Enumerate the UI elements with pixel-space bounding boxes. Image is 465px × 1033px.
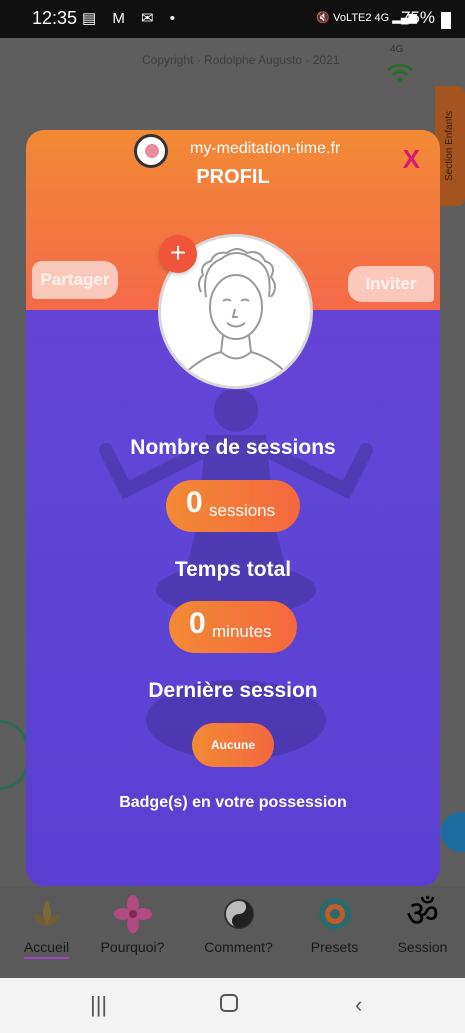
total-time-value: 0 — [189, 607, 206, 640]
nav-label: Accueil — [23, 939, 70, 955]
om-icon: ॐ — [406, 893, 439, 934]
copyright-text: Copyright · Rodolphe Augusto · 2021 — [142, 53, 340, 67]
sessions-counter: 0 sessions — [166, 480, 300, 532]
yin-yang-icon — [223, 899, 254, 929]
sessions-unit: sessions — [209, 501, 276, 520]
nav-item-session[interactable]: ॐ Session — [376, 886, 465, 978]
wifi-icon — [387, 63, 413, 83]
battery-level: 75% — [400, 8, 435, 27]
share-button[interactable]: Partager — [32, 261, 118, 299]
close-button[interactable]: X — [403, 144, 420, 175]
last-session-button[interactable]: Aucune — [192, 723, 274, 767]
mandala-icon — [318, 898, 351, 930]
site-name: my-meditation-time.fr — [190, 140, 341, 157]
bottom-nav: Accueil Pourquoi? Comment? Presets ॐ Ses… — [0, 886, 465, 978]
nav-item-comment[interactable]: Comment? — [192, 886, 285, 978]
total-time-counter: 0 minutes — [169, 601, 297, 653]
nav-item-accueil[interactable]: Accueil — [0, 886, 93, 978]
profile-modal: my-meditation-time.fr PROFIL X Partager … — [26, 130, 440, 886]
invite-button[interactable]: Inviter — [348, 266, 434, 302]
nav-label: Comment? — [204, 939, 273, 955]
page-title: PROFIL — [196, 166, 270, 188]
badges-title: Badge(s) en votre possession — [119, 794, 347, 811]
home-icon[interactable] — [220, 994, 238, 1012]
lotus-icon — [32, 900, 61, 926]
nav-label: Presets — [310, 939, 359, 955]
battery-icon — [441, 12, 451, 29]
last-session-title: Dernière session — [148, 679, 318, 702]
sessions-value: 0 — [186, 486, 203, 519]
flower-icon — [113, 895, 152, 933]
notification-icons: ▤ M ✉ • — [82, 10, 181, 27]
back-icon[interactable]: ‹ — [355, 992, 362, 1018]
signal-label: 4G — [390, 44, 404, 55]
nav-item-pourquoi[interactable]: Pourquoi? — [86, 886, 179, 978]
status-time: 12:35 — [32, 8, 78, 28]
total-time-unit: minutes — [212, 622, 272, 641]
nav-label: Session — [397, 939, 448, 955]
sessions-title: Nombre de sessions — [130, 436, 336, 459]
recent-apps-icon[interactable]: ||| — [90, 992, 107, 1018]
nav-item-presets[interactable]: Presets — [288, 886, 381, 978]
nav-label: Pourquoi? — [100, 939, 165, 955]
app-logo-icon — [134, 134, 168, 168]
add-photo-button[interactable]: + — [159, 235, 197, 273]
status-bar: 12:35 ▤ M ✉ • 🔇 VoLTE2 4G ▂▄▆ 75% — [0, 0, 465, 38]
system-nav-bar: ||| ‹ — [0, 978, 465, 1033]
total-time-title: Temps total — [174, 558, 292, 581]
